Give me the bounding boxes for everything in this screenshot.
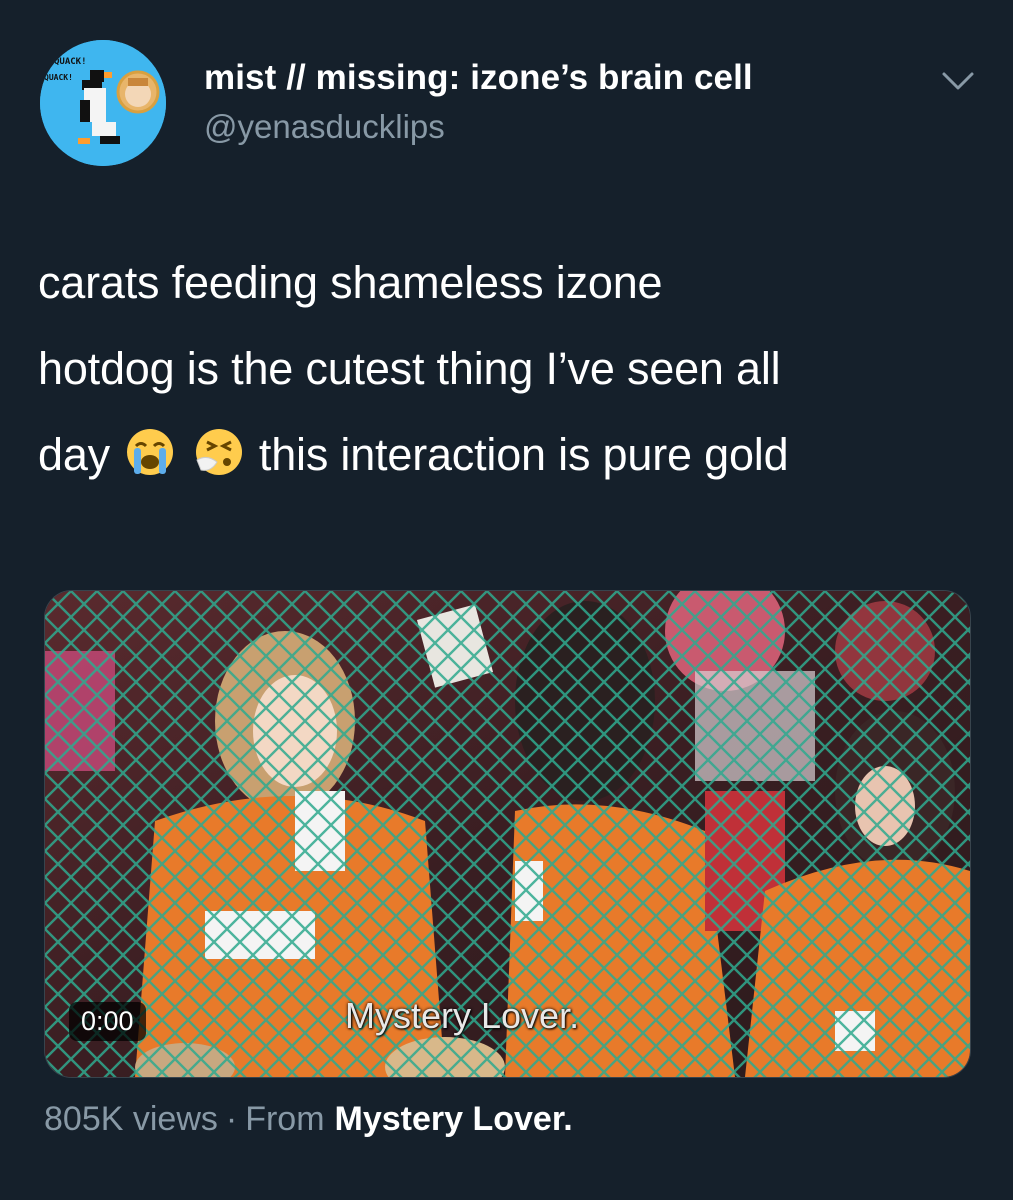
- tweet-text-line-3-end: this interaction is pure gold: [258, 429, 789, 480]
- avatar[interactable]: QUACK! QUACK!: [40, 40, 166, 166]
- display-name[interactable]: mist // missing: izone’s brain cell: [204, 58, 753, 98]
- video-media[interactable]: Mystery Lover. 0:00: [44, 590, 971, 1078]
- loudly-crying-face-icon: [124, 420, 176, 475]
- sneezing-face-icon: [193, 420, 245, 475]
- view-count: 805K views: [44, 1100, 218, 1138]
- meta-separator: ·: [225, 1100, 238, 1138]
- tweet: QUACK! QUACK! mist // missing: izone’s b…: [0, 0, 1013, 1200]
- tweet-text-line-2: hotdog is the cutest thing I’ve seen all: [38, 343, 781, 394]
- tweet-meta: 805K views · From Mystery Lover.: [44, 1100, 573, 1139]
- source-link[interactable]: Mystery Lover.: [335, 1100, 573, 1138]
- tweet-text-line-1: carats feeding shameless izone: [38, 257, 663, 308]
- tweet-text: carats feeding shameless izone hotdog is…: [38, 240, 988, 498]
- user-handle[interactable]: @yenasducklips: [204, 108, 445, 146]
- tweet-text-line-3-start: day: [38, 429, 110, 480]
- video-caption: Mystery Lover.: [345, 995, 580, 1036]
- duck-avatar-illustration: QUACK! QUACK!: [40, 40, 166, 166]
- video-timestamp: 0:00: [69, 1002, 146, 1041]
- chevron-down-icon[interactable]: [936, 66, 980, 96]
- from-label: From: [245, 1100, 325, 1138]
- tweet-text-line-3: day this interaction is pure gold: [38, 412, 988, 498]
- avatar-quack-side: QUACK!: [44, 73, 73, 82]
- avatar-quack-top: QUACK!: [54, 57, 87, 67]
